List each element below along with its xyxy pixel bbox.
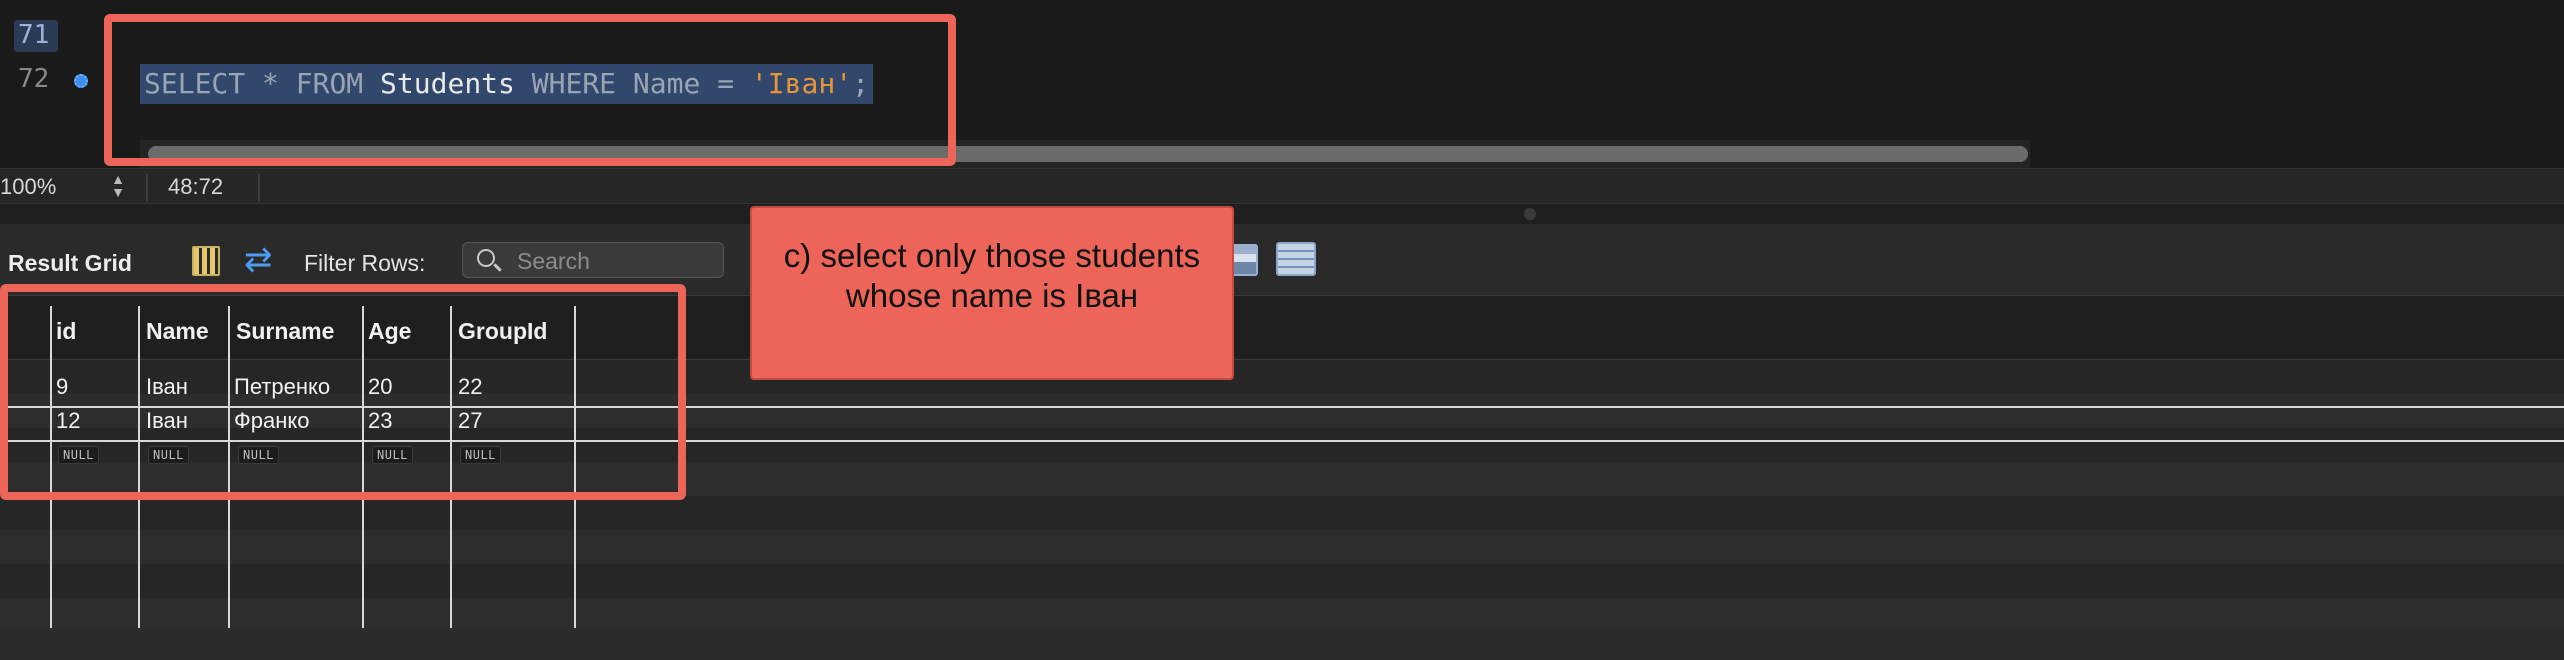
editor-clipped-line [0,0,2564,8]
result-highlight-frame [0,284,686,500]
grid-view-icon[interactable] [192,246,220,276]
line-number: 72 [18,64,50,94]
grid-stripe [0,530,2564,564]
panel-splitter[interactable] [0,204,2564,224]
grid-stripe [0,598,2564,632]
search-input[interactable] [517,247,717,275]
divider [258,173,260,201]
zoom-stepper-icon[interactable]: ▲ ▼ [108,172,128,199]
statement-marker-icon[interactable] [74,74,88,88]
export-icon[interactable] [1230,244,1258,276]
bottom-panel-edge [0,630,2564,660]
import-icon[interactable] [1276,242,1316,276]
grid-stripe [0,496,2564,530]
query-highlight-frame [104,14,956,166]
line-number: 71 [14,20,58,52]
editor-status-bar: 100% ▲ ▼ 48:72 [0,168,2564,204]
zoom-level[interactable]: 100% [0,174,56,200]
result-grid-title[interactable]: Result Grid [8,250,132,277]
filter-search-box[interactable] [462,242,724,278]
grid-stripe [0,564,2564,598]
refresh-icon[interactable]: ⇄ [244,240,273,280]
annotation-callout: c) select only those students whose name… [750,206,1234,380]
filter-rows-label: Filter Rows: [304,250,426,276]
search-icon [477,249,495,267]
cursor-position: 48:72 [168,174,224,199]
annotation-text: c) select only those students whose name… [783,237,1201,314]
divider [146,173,148,201]
splitter-handle-icon[interactable] [1524,208,1536,220]
